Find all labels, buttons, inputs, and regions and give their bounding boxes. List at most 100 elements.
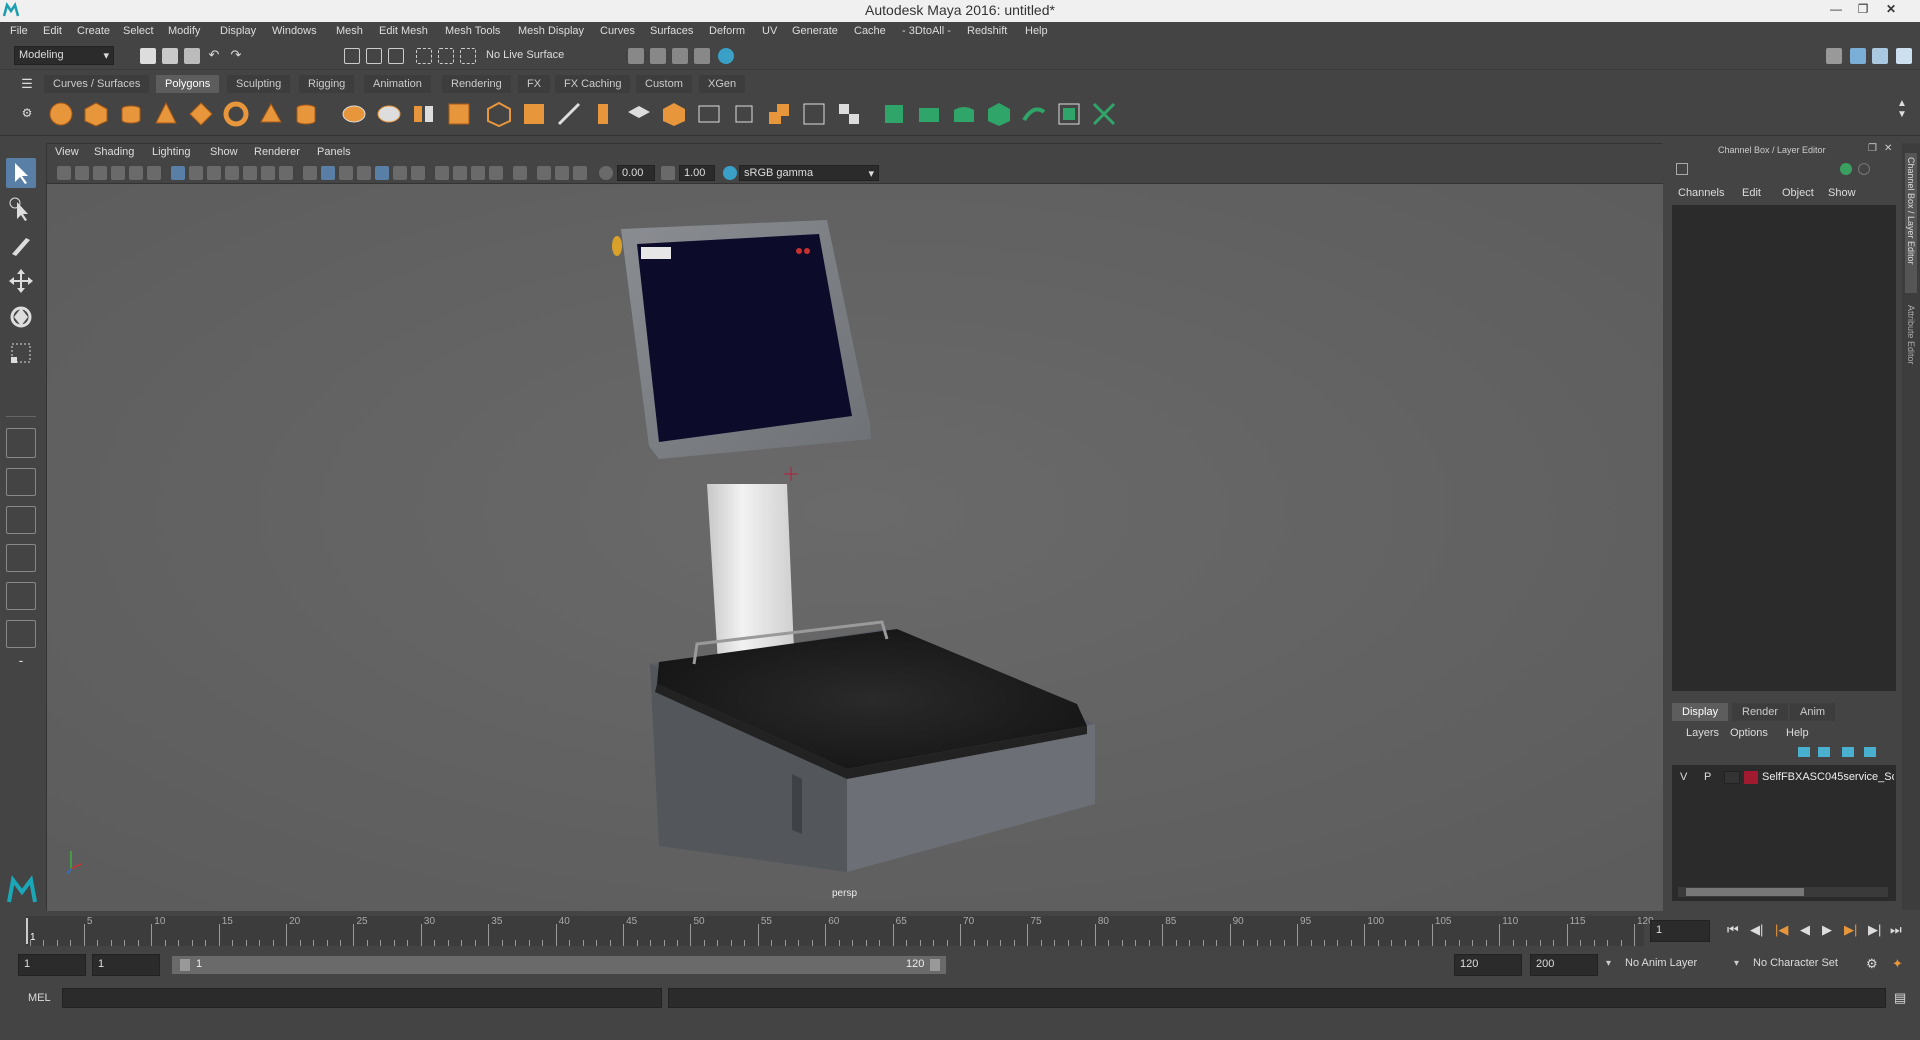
persp-graph-layout-icon[interactable] bbox=[6, 544, 36, 572]
resolution-gate-icon[interactable] bbox=[207, 166, 221, 180]
workspace-icon[interactable] bbox=[1826, 48, 1842, 64]
camera-icon[interactable] bbox=[57, 166, 71, 180]
character-set-dropdown[interactable]: No Character Set bbox=[1748, 954, 1868, 976]
layer-type-toggle[interactable] bbox=[1724, 771, 1740, 784]
layer-name[interactable]: SelfFBXASC045service_Sc bbox=[1762, 771, 1894, 783]
scale-tool-icon[interactable] bbox=[6, 338, 36, 368]
textured-icon[interactable] bbox=[375, 166, 389, 180]
screen-space-ao-icon[interactable] bbox=[435, 166, 449, 180]
layer-scrollbar[interactable] bbox=[1678, 887, 1888, 897]
safe-action-icon[interactable] bbox=[261, 166, 275, 180]
layer-menu-layers[interactable]: Layers bbox=[1686, 727, 1719, 739]
rotate-tool-icon[interactable] bbox=[6, 302, 36, 332]
tab-curves-surfaces[interactable]: Curves / Surfaces bbox=[44, 75, 150, 93]
safe-title-icon[interactable] bbox=[279, 166, 293, 180]
uv-unfold-icon[interactable] bbox=[1020, 100, 1048, 128]
new-layer-icon[interactable] bbox=[1842, 747, 1854, 757]
layer-playback-toggle[interactable]: P bbox=[1704, 771, 1711, 783]
poly-pipe-icon[interactable] bbox=[292, 100, 320, 128]
select-object-icon[interactable] bbox=[366, 48, 382, 64]
tab-xgen[interactable]: XGen bbox=[699, 75, 746, 93]
film-gate-icon[interactable] bbox=[189, 166, 203, 180]
cb-menu-show[interactable]: Show bbox=[1828, 187, 1856, 199]
step-back-key-icon[interactable]: ◀| bbox=[1750, 922, 1763, 938]
vp-menu-shading[interactable]: Shading bbox=[94, 146, 134, 158]
target-weld-icon[interactable] bbox=[800, 100, 828, 128]
range-start-handle[interactable] bbox=[180, 959, 190, 971]
gate-mask-icon[interactable] bbox=[225, 166, 239, 180]
speed-icon[interactable] bbox=[1858, 163, 1870, 175]
menu-file[interactable]: File bbox=[10, 25, 28, 37]
channel-box-options-icon[interactable] bbox=[1676, 163, 1688, 175]
tab-fx[interactable]: FX bbox=[518, 75, 551, 93]
wireframe-on-shaded-icon[interactable] bbox=[357, 166, 371, 180]
layer-scrollbar-thumb[interactable] bbox=[1686, 888, 1804, 896]
tab-custom[interactable]: Custom bbox=[636, 75, 692, 93]
anim-end-field[interactable]: 200 bbox=[1530, 954, 1598, 976]
tab-render[interactable]: Render bbox=[1732, 703, 1789, 721]
poly-plane-icon[interactable] bbox=[222, 100, 250, 128]
step-forward-key-icon[interactable]: ▶| bbox=[1868, 922, 1881, 938]
render-current-icon[interactable] bbox=[650, 48, 666, 64]
select-component-icon[interactable] bbox=[388, 48, 404, 64]
fill-hole-icon[interactable] bbox=[660, 100, 688, 128]
anim-start-field[interactable]: 1 bbox=[92, 954, 160, 976]
poly-torus-icon[interactable] bbox=[187, 100, 215, 128]
manipulator-icon[interactable] bbox=[1840, 163, 1852, 175]
shelf-scroll-icon[interactable]: ▲ ▼ bbox=[1895, 98, 1909, 120]
append-icon[interactable] bbox=[625, 100, 653, 128]
xray-joints-icon[interactable] bbox=[573, 166, 587, 180]
render-settings-icon[interactable] bbox=[694, 48, 710, 64]
menu-mesh-tools[interactable]: Mesh Tools bbox=[445, 25, 500, 37]
poly-sphere-icon[interactable] bbox=[47, 100, 75, 128]
menu-create[interactable]: Create bbox=[77, 25, 110, 37]
shadows-icon[interactable] bbox=[411, 166, 425, 180]
tab-rigging[interactable]: Rigging bbox=[299, 75, 355, 93]
menu-display[interactable]: Display bbox=[220, 25, 256, 37]
script-editor-icon[interactable]: ▤ bbox=[1894, 990, 1906, 1006]
layer-color-swatch[interactable] bbox=[1744, 771, 1758, 784]
color-space-dropdown[interactable]: sRGB gamma ▾ bbox=[739, 165, 879, 181]
float-panel-icon[interactable]: ❐ bbox=[1868, 143, 1877, 154]
exposure-icon[interactable] bbox=[599, 166, 613, 180]
hypershade-icon[interactable] bbox=[718, 48, 734, 64]
tab-polygons[interactable]: Polygons bbox=[156, 75, 220, 93]
combine-icon[interactable] bbox=[340, 100, 368, 128]
snap-point-icon[interactable] bbox=[460, 48, 476, 64]
motion-blur-icon[interactable] bbox=[453, 166, 467, 180]
bookmark-icon[interactable] bbox=[93, 166, 107, 180]
layer-row[interactable]: V P SelfFBXASC045service_Sc bbox=[1672, 769, 1896, 787]
xray-active-icon[interactable] bbox=[555, 166, 569, 180]
separate-icon[interactable] bbox=[375, 100, 403, 128]
move-layer-up-icon[interactable] bbox=[1798, 747, 1810, 757]
menu-mesh[interactable]: Mesh bbox=[336, 25, 363, 37]
grid-icon[interactable] bbox=[171, 166, 185, 180]
isolate-select-icon[interactable] bbox=[513, 166, 527, 180]
tab-rendering[interactable]: Rendering bbox=[442, 75, 511, 93]
layout-icon[interactable] bbox=[1850, 48, 1866, 64]
menu-generate[interactable]: Generate bbox=[792, 25, 838, 37]
open-scene-icon[interactable] bbox=[162, 48, 178, 64]
redo-icon[interactable]: ↷ bbox=[228, 47, 244, 63]
close-panel-icon[interactable]: ✕ bbox=[1884, 143, 1892, 154]
paint-select-tool-icon[interactable] bbox=[6, 230, 36, 260]
menu-mesh-display[interactable]: Mesh Display bbox=[518, 25, 584, 37]
select-hierarchy-icon[interactable] bbox=[344, 48, 360, 64]
minimize-icon[interactable]: — bbox=[1825, 2, 1847, 18]
menu-edit-mesh[interactable]: Edit Mesh bbox=[379, 25, 428, 37]
camera-attributes-icon[interactable] bbox=[75, 166, 89, 180]
channel-box-toggle-icon[interactable] bbox=[1896, 48, 1912, 64]
layer-visibility-toggle[interactable]: V bbox=[1680, 771, 1687, 783]
current-frame-field[interactable]: 1 bbox=[1650, 920, 1710, 942]
toggle-panel-icon[interactable] bbox=[1872, 48, 1888, 64]
current-time-marker[interactable] bbox=[26, 918, 28, 944]
menu-cache[interactable]: Cache bbox=[854, 25, 886, 37]
mirror-icon[interactable] bbox=[765, 100, 793, 128]
tab-animation[interactable]: Animation bbox=[364, 75, 431, 93]
snap-grid-icon[interactable] bbox=[416, 48, 432, 64]
four-view-layout-icon[interactable] bbox=[6, 468, 36, 496]
perspective-viewport[interactable]: persp bbox=[47, 184, 1663, 911]
mode-dropdown[interactable]: Modeling ▾ bbox=[14, 46, 114, 65]
go-to-start-icon[interactable]: ⏮ bbox=[1727, 922, 1739, 938]
outliner-layout-icon[interactable] bbox=[6, 582, 36, 610]
